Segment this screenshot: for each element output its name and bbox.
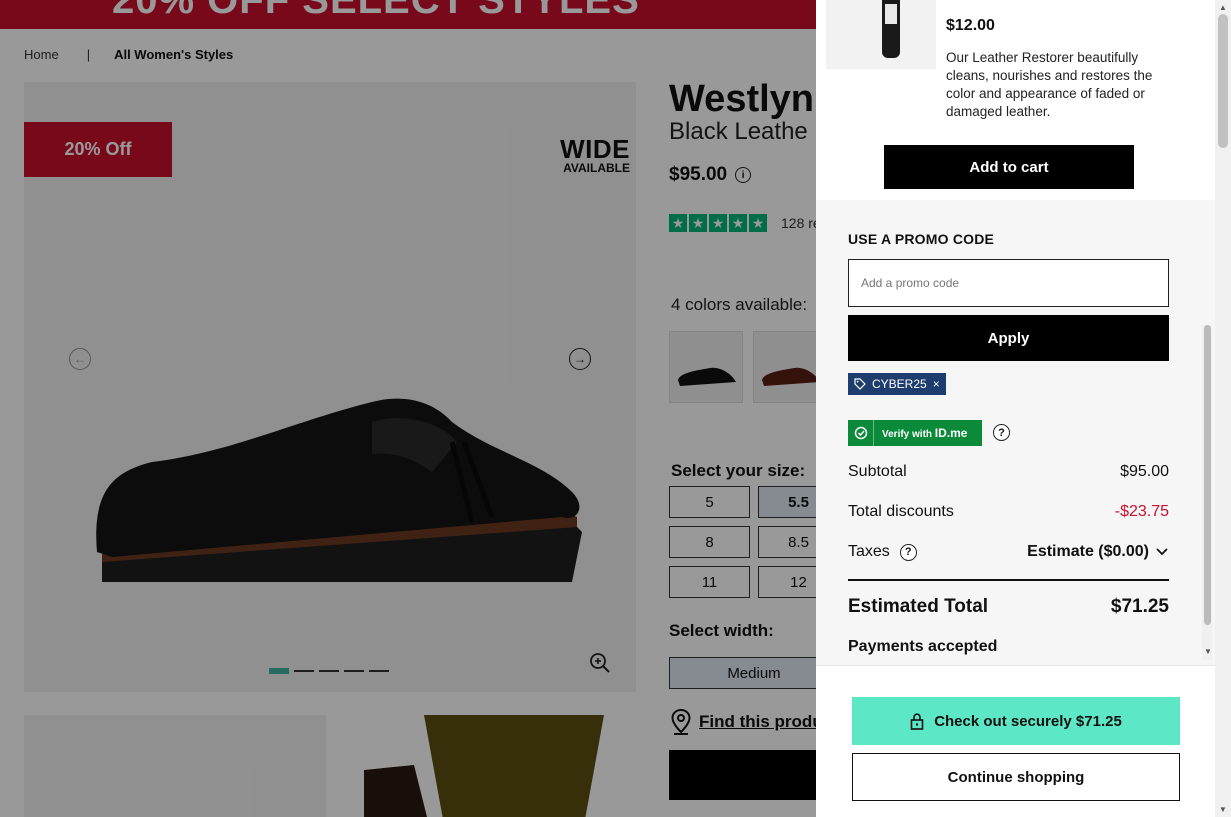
subtotal-value: $95.00 xyxy=(1120,463,1169,480)
modal-overlay[interactable] xyxy=(0,0,816,817)
cart-drawer-footer: Check out securely $71.25 Continue shopp… xyxy=(816,665,1231,817)
subtotal-label: Subtotal xyxy=(848,463,907,480)
continue-shopping-button[interactable]: Continue shopping xyxy=(852,753,1180,801)
idme-brand: ID.me xyxy=(934,426,968,440)
drawer-scrollbar-thumb[interactable] xyxy=(1204,325,1211,625)
discount-label: Total discounts xyxy=(848,503,954,520)
summary-divider xyxy=(848,579,1169,581)
recommended-product-price: $12.00 xyxy=(946,17,995,34)
taxes-estimate-dropdown[interactable]: Estimate ($0.00) xyxy=(1027,543,1169,561)
scroll-down-arrow-icon[interactable]: ▼ xyxy=(1203,647,1213,656)
add-to-cart-button[interactable]: Add to cart xyxy=(884,145,1134,189)
promo-code-title: USE A PROMO CODE xyxy=(848,231,995,247)
checkout-button[interactable]: Check out securely $71.25 xyxy=(852,697,1180,745)
page-scroll-down-icon[interactable]: ▼ xyxy=(1218,805,1228,814)
page-scrollbar-thumb[interactable] xyxy=(1218,14,1228,148)
taxes-value: Estimate ($0.00) xyxy=(1027,543,1149,560)
tag-icon xyxy=(854,378,866,390)
check-circle-icon xyxy=(848,420,874,446)
estimated-total-value: $71.25 xyxy=(1110,596,1169,617)
lock-icon xyxy=(910,712,924,730)
estimated-total-row: Estimated Total $71.25 xyxy=(848,596,1169,618)
promo-code-input[interactable] xyxy=(848,259,1169,307)
order-summary: USE A PROMO CODE Apply CYBER25 × xyxy=(816,200,1216,665)
subtotal-row: Subtotal $95.00 xyxy=(848,463,1169,481)
applied-coupon-code: CYBER25 xyxy=(872,377,927,391)
recommended-product: $12.00 Our Leather Restorer beautifully … xyxy=(816,0,1216,200)
chevron-down-icon xyxy=(1156,548,1168,556)
verify-label: Verify with xyxy=(882,429,933,440)
taxes-label: Taxes xyxy=(848,543,890,560)
cart-drawer: $12.00 Our Leather Restorer beautifully … xyxy=(816,0,1231,817)
checkout-label: Check out securely $71.25 xyxy=(934,712,1122,730)
cart-drawer-scroll-area[interactable]: $12.00 Our Leather Restorer beautifully … xyxy=(816,0,1216,665)
applied-coupon-chip: CYBER25 × xyxy=(848,373,946,395)
page-scroll-up-icon[interactable]: ▲ xyxy=(1218,3,1228,12)
leather-restorer-image xyxy=(826,0,936,69)
apply-promo-button[interactable]: Apply xyxy=(848,315,1169,361)
taxes-row: Taxes ? Estimate ($0.00) xyxy=(848,543,1169,561)
discount-row: Total discounts -$23.75 xyxy=(848,503,1169,521)
discount-value: -$23.75 xyxy=(1114,503,1169,520)
recommended-product-description: Our Leather Restorer beautifully cleans,… xyxy=(946,50,1153,119)
help-icon[interactable]: ? xyxy=(993,424,1010,441)
remove-coupon-icon[interactable]: × xyxy=(933,377,940,391)
verify-idme-button[interactable]: Verify with ID.me xyxy=(848,420,982,446)
payments-accepted-label: Payments accepted xyxy=(848,638,998,655)
estimated-total-label: Estimated Total xyxy=(848,596,989,617)
help-icon[interactable]: ? xyxy=(899,543,917,561)
